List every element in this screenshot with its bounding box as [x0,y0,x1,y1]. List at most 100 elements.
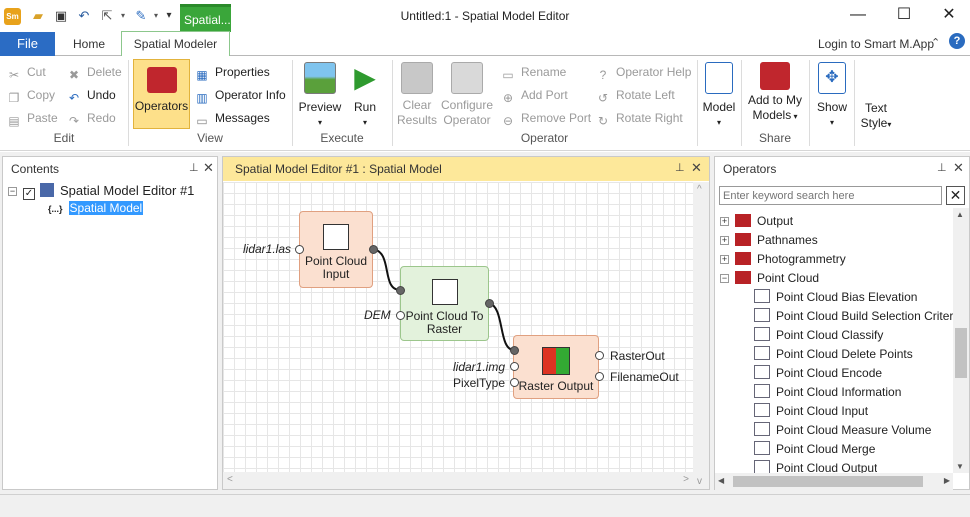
port-label: FilenameOut [610,370,679,384]
pin-icon[interactable]: ⊥ [937,161,947,174]
tree-item-spatial-model[interactable]: {...} Spatial Model [48,199,144,218]
run-button[interactable]: ▶ Run ▾ [346,62,384,130]
close-panel-icon[interactable]: ✕ [203,160,214,176]
input-port[interactable] [396,286,405,295]
tab-home[interactable]: Home [62,32,116,56]
operator-item[interactable]: Point Cloud Merge [754,440,875,459]
collapse-ribbon-icon[interactable]: ⌃ [931,36,940,49]
scroll-up-icon[interactable]: ▲ [956,210,964,219]
node-point-cloud-input[interactable]: Point Cloud Input [299,211,373,288]
model-canvas[interactable]: Point Cloud Input lidar1.las Point Cloud … [223,182,693,472]
output-port[interactable] [595,351,604,360]
tab-file[interactable]: File [0,32,55,56]
delete-button[interactable]: ✖ Delete [66,62,122,82]
minimize-button[interactable]: — [838,4,878,26]
scroll-down-icon[interactable]: v [697,476,702,487]
scroll-up-icon[interactable]: ^ [697,184,702,195]
node-point-cloud-to-raster[interactable]: Point Cloud To Raster [400,266,489,341]
messages-button[interactable]: ▭ Messages [194,108,269,128]
output-port[interactable] [485,299,494,308]
input-port[interactable] [295,245,304,254]
category-point-cloud[interactable]: − Point Cloud [720,269,819,288]
input-port[interactable] [510,362,519,371]
node-raster-output[interactable]: Raster Output [513,335,599,399]
close-panel-icon[interactable]: ✕ [953,160,964,176]
remove-port-button[interactable]: ⊖ Remove Port [500,108,591,128]
output-port[interactable] [369,245,378,254]
login-link[interactable]: Login to Smart M.App [818,37,934,51]
port-label: RasterOut [610,349,665,363]
group-divider [809,60,810,146]
operator-info-button[interactable]: ▥ Operator Info [194,85,285,105]
pin-icon[interactable]: ⊥ [675,161,685,174]
checkbox-checked-icon[interactable]: ✓ [23,188,35,200]
close-panel-icon[interactable]: ✕ [691,160,702,176]
editor-h-scrollbar[interactable]: < > [223,472,693,489]
copy-button[interactable]: ❐ Copy [6,85,55,105]
operators-v-scrollbar[interactable]: ▲ ▼ [953,208,969,473]
output-port[interactable] [595,372,604,381]
scroll-thumb[interactable] [955,328,967,378]
cut-button[interactable]: ✂ Cut [6,62,46,82]
tree-item-root[interactable]: − ✓ Spatial Model Editor #1 [8,181,194,200]
operator-item[interactable]: Point Cloud Encode [754,364,882,383]
pin-icon[interactable]: ⊥ [189,161,199,174]
preview-button[interactable]: Preview ▾ [296,62,344,130]
operator-icon [754,403,770,417]
operator-item[interactable]: Point Cloud Measure Volume [754,421,931,440]
operator-item[interactable]: Point Cloud Build Selection Criteri [754,307,954,326]
configure-operator-button[interactable]: Configure Operator [438,62,496,128]
scroll-down-icon[interactable]: ▼ [956,462,964,471]
redo-button[interactable]: ↷ Redo [66,108,116,128]
undo-button[interactable]: ↶ Undo [66,85,116,105]
tab-spatial-modeler[interactable]: Spatial Modeler [121,31,230,57]
toolbox-icon [735,252,751,265]
help-icon[interactable]: ? [949,33,965,49]
collapse-icon[interactable]: − [8,187,17,196]
category-output[interactable]: + Output [720,212,793,231]
operator-item[interactable]: Point Cloud Bias Elevation [754,288,917,307]
operator-item[interactable]: Point Cloud Output [754,459,877,473]
operator-item[interactable]: Point Cloud Information [754,383,901,402]
maximize-button[interactable]: ☐ [884,4,924,26]
category-pathnames[interactable]: + Pathnames [720,231,818,250]
operator-item[interactable]: Point Cloud Classify [754,326,883,345]
input-port[interactable] [510,346,519,355]
operators-button[interactable]: Operators [133,59,190,129]
scroll-thumb[interactable] [733,476,923,487]
rename-button[interactable]: ▭ Rename [500,62,566,82]
clear-search-button[interactable]: ✕ [946,186,965,205]
operator-help-button[interactable]: ? Operator Help [595,62,692,82]
models-toolbox-icon [760,62,790,90]
scroll-left-icon[interactable]: ◀ [718,476,724,485]
model-button[interactable]: Model ▾ [700,62,738,130]
operator-search-input[interactable] [719,186,942,205]
group-label-execute: Execute [320,131,364,145]
category-photogrammetry[interactable]: + Photogrammetry [720,250,846,269]
operator-item[interactable]: Point Cloud Input [754,402,868,421]
port-label: lidar1.img [453,360,506,374]
input-port[interactable] [396,311,405,320]
input-port[interactable] [510,378,519,387]
scroll-right-icon[interactable]: ▶ [944,476,950,485]
expand-icon[interactable]: + [720,255,729,264]
rotate-left-button[interactable]: ↺ Rotate Left [595,85,675,105]
expand-icon[interactable]: + [720,236,729,245]
operators-h-scrollbar[interactable]: ◀ ▶ [715,473,953,490]
editor-v-scrollbar[interactable]: ^ v [693,182,709,489]
scroll-left-icon[interactable]: < [227,474,233,485]
rotate-right-button[interactable]: ↻ Rotate Right [595,108,683,128]
window-title: Untitled:1 - Spatial Model Editor [400,9,570,23]
close-button[interactable]: ✕ [929,4,969,26]
add-to-my-models-button[interactable]: Add to My Models ▾ [744,62,806,124]
paste-button[interactable]: ▤ Paste [6,108,57,128]
operator-item[interactable]: Point Cloud Delete Points [754,345,913,364]
text-style-button[interactable]: Text Style▾ [856,101,896,132]
show-button[interactable]: ✥ Show ▾ [812,62,852,130]
collapse-icon[interactable]: − [720,274,729,283]
clear-results-button[interactable]: Clear Results [396,62,438,128]
expand-icon[interactable]: + [720,217,729,226]
scroll-right-icon[interactable]: > [683,474,689,485]
add-port-button[interactable]: ⊕ Add Port [500,85,568,105]
properties-button[interactable]: ▦ Properties [194,62,269,82]
